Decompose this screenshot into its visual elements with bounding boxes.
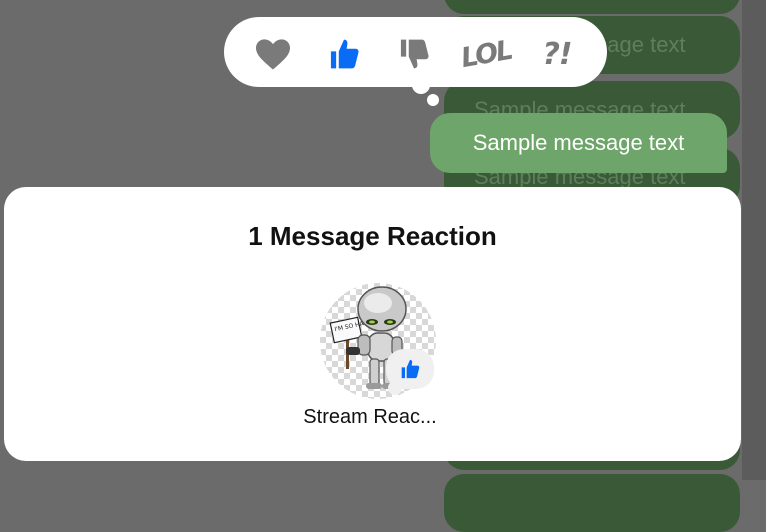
user-name: Stream Reac... (303, 406, 437, 428)
screen-edge (742, 0, 766, 480)
thumbs-up-icon (330, 39, 359, 69)
reaction-like-button[interactable] (322, 34, 366, 74)
reaction-love-button[interactable] (251, 34, 295, 74)
message-bubble[interactable] (444, 474, 740, 532)
reaction-wow-button[interactable]: ?! (535, 34, 579, 74)
reactions-sheet: 1 Message Reaction I'M SO HAPPY Stream R… (4, 187, 741, 461)
wow-label: ?! (542, 36, 572, 72)
user-reaction-item[interactable]: I'M SO HAPPY Stream Reac... (300, 283, 440, 443)
thumbs-down-icon (400, 39, 429, 69)
heart-icon (256, 39, 290, 70)
reaction-picker: LOL ?! (224, 17, 607, 87)
picker-tail (427, 94, 439, 106)
message-bubble[interactable] (444, 0, 740, 14)
thumbs-up-icon (401, 359, 420, 379)
reaction-sad-button[interactable] (392, 34, 436, 74)
sheet-title: 1 Message Reaction (248, 221, 497, 251)
user-reaction-badge (386, 349, 434, 389)
selected-message-bubble[interactable]: Sample message text (430, 113, 727, 173)
lol-label: LOL (458, 34, 514, 74)
reaction-haha-button[interactable]: LOL (458, 34, 513, 74)
